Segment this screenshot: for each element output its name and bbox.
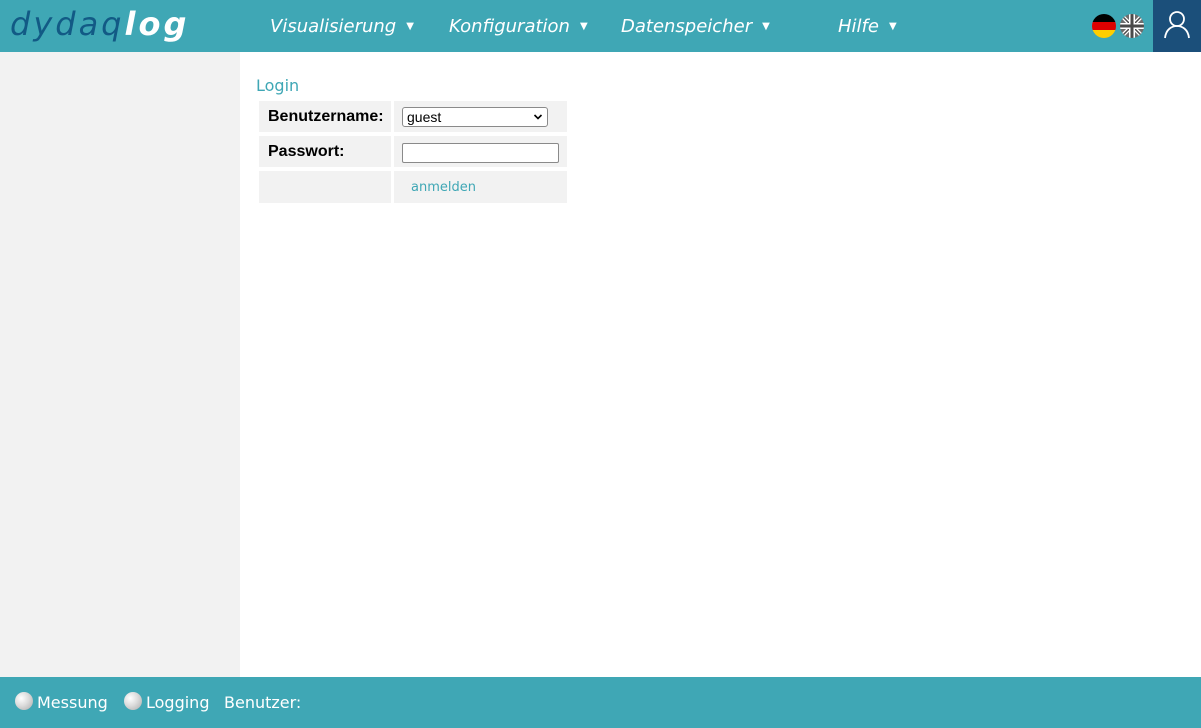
uk-flag-icon[interactable] <box>1120 14 1144 38</box>
status-bar: Messung Logging Benutzer: <box>0 677 1201 728</box>
german-flag-icon[interactable] <box>1092 14 1116 38</box>
password-label-cell: Passwort: <box>259 136 391 167</box>
nav-datenspeicher[interactable]: Datenspeicher ▼ <box>621 14 770 40</box>
header-bar: dydaqlog Visualisierung ▼ Konfiguration ▼ … <box>0 0 1201 52</box>
chevron-down-icon <box>533 114 543 120</box>
user-icon <box>1164 11 1190 39</box>
nav-konfiguration[interactable]: Konfiguration ▼ <box>449 14 588 40</box>
login-title: Login <box>256 76 300 95</box>
username-select[interactable]: guest <box>402 107 548 127</box>
dropdown-arrow-icon: ▼ <box>406 21 414 32</box>
dydaqlog-logo[interactable]: dydaqlog <box>10 4 189 48</box>
logo-text-bold: log <box>124 5 190 43</box>
user-account-button[interactable] <box>1153 0 1201 52</box>
user-label: Benutzer: <box>224 693 302 712</box>
username-label-cell: Benutzername: <box>259 101 391 132</box>
empty-cell <box>259 171 391 203</box>
logo-text-light: dydaq <box>10 5 125 43</box>
nav-visualisierung[interactable]: Visualisierung ▼ <box>270 14 414 40</box>
nav-label: Konfiguration <box>449 16 570 37</box>
dropdown-arrow-icon: ▼ <box>888 21 897 32</box>
logging-status: Logging <box>124 692 209 714</box>
measurement-label: Messung <box>37 693 108 712</box>
password-input-cell <box>394 136 567 167</box>
logging-label: Logging <box>146 693 210 712</box>
username-input-cell: guest <box>394 101 567 132</box>
nav-label: Visualisierung <box>270 16 397 37</box>
password-input[interactable] <box>402 143 559 163</box>
dropdown-arrow-icon: ▼ <box>579 21 588 32</box>
status-led-icon <box>15 692 33 710</box>
nav-hilfe[interactable]: Hilfe ▼ <box>838 14 897 40</box>
login-button[interactable]: anmelden <box>411 180 476 195</box>
password-label: Passwort: <box>268 143 345 160</box>
status-led-icon <box>124 692 142 710</box>
measurement-status: Messung <box>15 692 108 714</box>
current-user-status: Benutzer: <box>224 692 301 714</box>
username-label: Benutzername: <box>268 108 384 125</box>
username-select-value: guest <box>407 109 442 125</box>
nav-label: Hilfe <box>838 16 879 37</box>
login-button-cell: anmelden <box>394 171 567 203</box>
main-content: Login Benutzername: guest Passwort: anme… <box>240 52 1201 677</box>
sidebar <box>0 52 240 677</box>
dropdown-arrow-icon: ▼ <box>762 21 770 32</box>
nav-label: Datenspeicher <box>621 16 753 37</box>
